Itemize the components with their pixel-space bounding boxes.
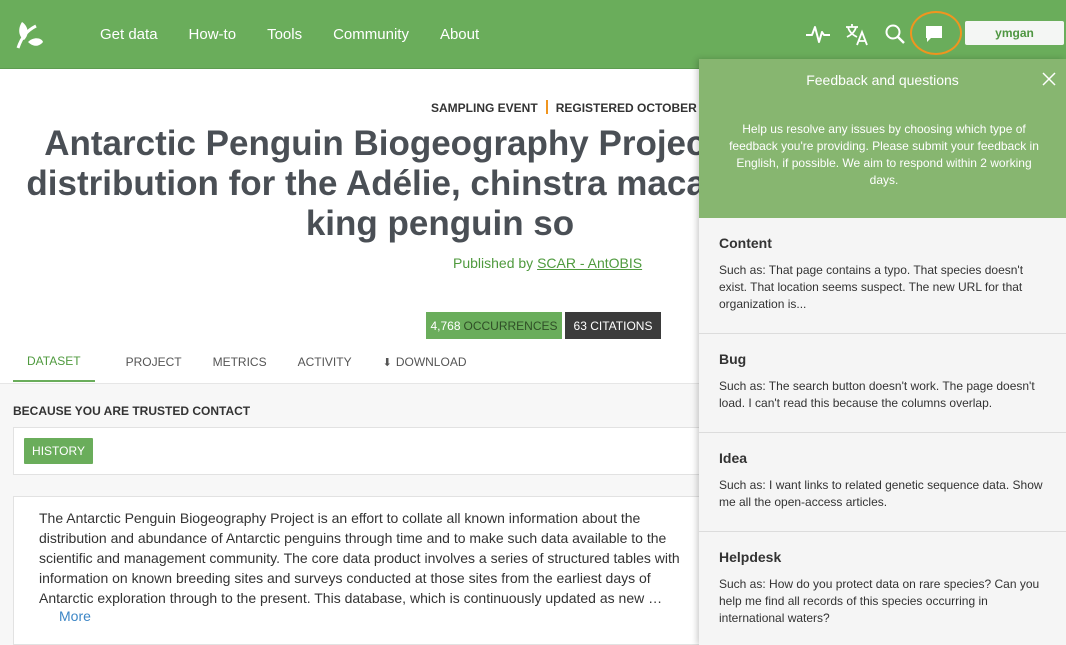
history-card bbox=[13, 427, 713, 475]
feedback-intro: Help us resolve any issues by choosing w… bbox=[729, 122, 1039, 187]
feedback-option-desc: Such as: How do you protect data on rare… bbox=[719, 577, 1040, 625]
feedback-option-content[interactable]: Content Such as: That page contains a ty… bbox=[699, 218, 1066, 334]
occurrences-label: OCCURRENCES bbox=[463, 318, 558, 333]
dataset-tabs: DATASET PROJECT METRICS ACTIVITY ⬇ DOWNL… bbox=[13, 342, 713, 382]
tab-project[interactable]: PROJECT bbox=[126, 342, 182, 382]
feedback-option-desc: Such as: That page contains a typo. That… bbox=[719, 263, 1024, 311]
nav-get-data[interactable]: Get data bbox=[100, 26, 158, 43]
nav-community[interactable]: Community bbox=[333, 26, 409, 43]
feedback-option-desc: Such as: The search button doesn't work.… bbox=[719, 379, 1035, 410]
tab-dataset[interactable]: DATASET bbox=[13, 342, 95, 382]
history-button[interactable]: HISTORY bbox=[24, 438, 93, 464]
feedback-panel: Feedback and questions Help us resolve a… bbox=[699, 59, 1066, 645]
nav-how-to[interactable]: How-to bbox=[189, 26, 237, 43]
feedback-option-bug[interactable]: Bug Such as: The search button doesn't w… bbox=[699, 334, 1066, 433]
search-icon[interactable] bbox=[881, 20, 909, 48]
gbif-logo-icon[interactable] bbox=[14, 18, 44, 50]
tab-download[interactable]: ⬇ DOWNLOAD bbox=[383, 342, 467, 382]
dataset-meta: SAMPLING EVENT REGISTERED OCTOBER 15, bbox=[431, 100, 717, 115]
occurrences-button[interactable]: 4,768 OCCURRENCES bbox=[426, 312, 562, 339]
tab-download-label: DOWNLOAD bbox=[395, 355, 467, 369]
user-menu-button[interactable]: ymgan bbox=[965, 21, 1064, 45]
occurrences-count: 4,768 bbox=[430, 318, 461, 333]
activity-icon[interactable] bbox=[804, 20, 832, 48]
dataset-description: The Antarctic Penguin Biogeography Proje… bbox=[39, 510, 680, 606]
feedback-option-title: Content bbox=[719, 235, 772, 251]
trusted-contact-heading: BECAUSE YOU ARE TRUSTED CONTACT bbox=[13, 404, 251, 418]
feedback-panel-title: Feedback and questions bbox=[806, 72, 959, 88]
citations-button[interactable]: 63 CITATIONS bbox=[565, 312, 661, 339]
feedback-option-title: Idea bbox=[719, 450, 748, 466]
feedback-option-helpdesk[interactable]: Helpdesk Such as: How do you protect dat… bbox=[699, 532, 1066, 645]
feedback-option-title: Helpdesk bbox=[719, 549, 782, 565]
feedback-option-desc: Such as: I want links to related genetic… bbox=[719, 478, 1043, 509]
meta-separator bbox=[545, 100, 548, 114]
tab-metrics[interactable]: METRICS bbox=[213, 342, 267, 382]
feedback-panel-header: Feedback and questions Help us resolve a… bbox=[699, 59, 1066, 218]
dataset-type: SAMPLING EVENT bbox=[431, 101, 538, 115]
publisher-link[interactable]: SCAR - AntOBIS bbox=[537, 255, 642, 271]
translate-icon[interactable] bbox=[843, 20, 871, 48]
main-nav: Get data How-to Tools Community About bbox=[100, 0, 510, 69]
feedback-icon[interactable] bbox=[920, 20, 948, 48]
dataset-registered: REGISTERED OCTOBER 15, bbox=[555, 101, 717, 115]
nav-tools[interactable]: Tools bbox=[267, 26, 302, 43]
published-prefix: Published by bbox=[453, 255, 534, 271]
feedback-option-idea[interactable]: Idea Such as: I want links to related ge… bbox=[699, 433, 1066, 532]
close-icon[interactable] bbox=[1041, 71, 1057, 87]
published-by: Published by SCAR - AntOBIS bbox=[453, 255, 642, 271]
download-icon: ⬇ bbox=[382, 356, 392, 369]
tab-activity[interactable]: ACTIVITY bbox=[298, 342, 352, 382]
nav-about[interactable]: About bbox=[440, 26, 479, 43]
more-link[interactable]: More bbox=[59, 608, 91, 624]
feedback-option-title: Bug bbox=[719, 351, 747, 367]
